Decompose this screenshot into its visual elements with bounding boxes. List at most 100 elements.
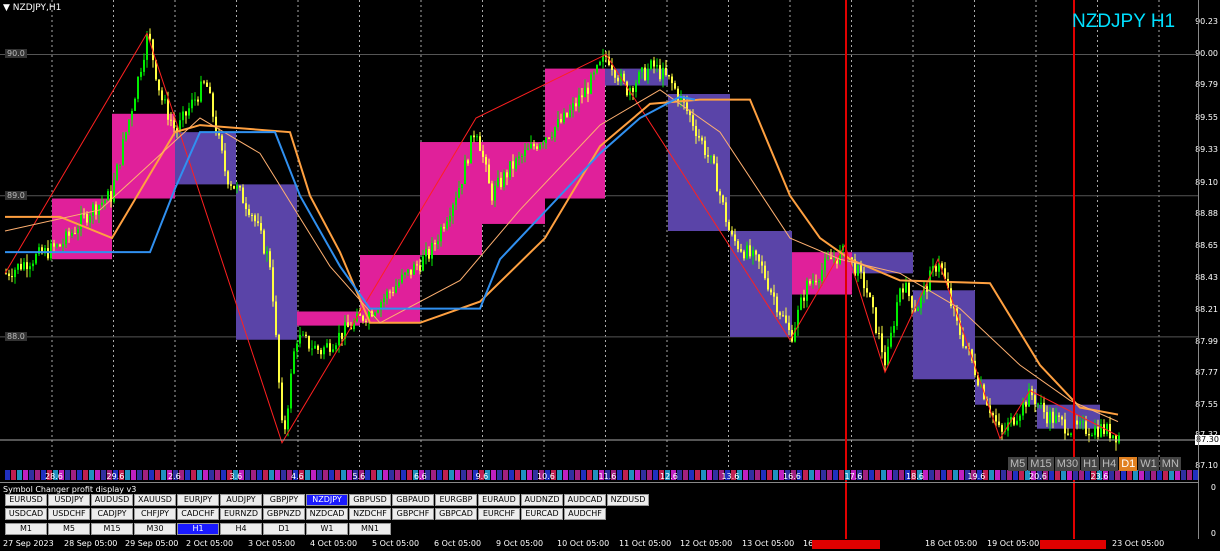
candle-up <box>503 172 505 188</box>
candle-up <box>89 215 91 223</box>
symbol-button-nzdusd[interactable]: NZDUSD <box>607 494 649 506</box>
timeframe-h4[interactable]: H4 <box>1100 457 1119 471</box>
tf-button-d1[interactable]: D1 <box>263 523 305 535</box>
timeframe-w1[interactable]: W1 <box>1138 457 1159 471</box>
candle-down <box>209 86 211 94</box>
candle-down <box>263 230 265 254</box>
candle-down <box>866 288 868 293</box>
symbol-button-eurjpy[interactable]: EURJPY <box>177 494 219 506</box>
symbol-button-cadjpy[interactable]: CADJPY <box>91 508 133 520</box>
candle-up <box>335 345 337 350</box>
symbol-button-cadchf[interactable]: CADCHF <box>177 508 219 520</box>
candle-up <box>383 298 385 303</box>
candle-down <box>389 291 391 293</box>
candle-up <box>818 280 820 283</box>
candle-down <box>443 227 445 229</box>
candle-up <box>593 72 595 75</box>
time-axis-label: 4 Oct 05:00 <box>310 539 358 548</box>
candle-up <box>887 346 889 366</box>
symbol-button-eurchf[interactable]: EURCHF <box>478 508 520 520</box>
symbol-button-gbpaud[interactable]: GBPAUD <box>392 494 434 506</box>
symbol-button-audchf[interactable]: AUDCHF <box>564 508 606 520</box>
candle-down <box>785 315 787 323</box>
candle-down <box>659 65 661 80</box>
symbol-button-eurcad[interactable]: EURCAD <box>521 508 563 520</box>
symbol-button-audjpy[interactable]: AUDJPY <box>220 494 262 506</box>
symbol-button-xauusd[interactable]: XAUUSD <box>134 494 176 506</box>
candle-up <box>293 351 295 374</box>
time-axis-label: 10 Oct 05:00 <box>557 539 610 548</box>
symbol-button-eurusd[interactable]: EURUSD <box>5 494 47 506</box>
timeframe-m30[interactable]: M30 <box>1054 457 1081 471</box>
symbol-button-nzdcad[interactable]: NZDCAD <box>306 508 348 520</box>
candle-down <box>272 267 274 302</box>
symbol-button-nzdjpy[interactable]: NZDJPY <box>306 494 348 506</box>
symbol-button-chfjpy[interactable]: CHFJPY <box>134 508 176 520</box>
symbol-button-usdcad[interactable]: USDCAD <box>5 508 47 520</box>
symbol-button-usdjpy[interactable]: USDJPY <box>48 494 90 506</box>
timeframe-h1[interactable]: H1 <box>1081 457 1100 471</box>
candle-down <box>614 69 616 78</box>
candle-down <box>764 265 766 279</box>
tf-button-m30[interactable]: M30 <box>134 523 176 535</box>
candle-down <box>479 136 481 151</box>
candle-up <box>557 119 559 128</box>
timeframe-m15[interactable]: M15 <box>1028 457 1054 471</box>
candle-down <box>74 233 76 235</box>
time-axis-label: 29 Sep 05:00 <box>125 539 179 548</box>
timeframe-d1[interactable]: D1 <box>1119 457 1138 471</box>
symbol-button-gbpjpy[interactable]: GBPJPY <box>263 494 305 506</box>
symbol-button-gbpusd[interactable]: GBPUSD <box>349 494 391 506</box>
candle-down <box>161 90 163 101</box>
symbol-button-audcad[interactable]: AUDCAD <box>564 494 606 506</box>
symbol-button-nzdchf[interactable]: NZDCHF <box>349 508 391 520</box>
candle-down <box>197 99 199 102</box>
chart-window[interactable]: ▼ NZDJPY,H1 NZDJPY H1 90.23 90.00 89.79 89.… <box>0 0 1220 551</box>
candle-down <box>47 248 49 259</box>
timeframe-mn[interactable]: MN <box>1159 457 1181 471</box>
tf-button-h4[interactable]: H4 <box>220 523 262 535</box>
symbol-watermark: NZDJPY H1 <box>1072 11 1176 32</box>
symbol-button-audnzd[interactable]: AUDNZD <box>521 494 563 506</box>
tf-button-m1[interactable]: M1 <box>5 523 47 535</box>
candle-down <box>500 177 502 188</box>
symbol-button-eurgbp[interactable]: EURGBP <box>435 494 477 506</box>
candle-up <box>407 269 409 273</box>
day-label: 20.6 <box>1029 472 1047 481</box>
tf-button-w1[interactable]: W1 <box>306 523 348 535</box>
day-label: 13.6 <box>721 472 740 481</box>
candle-down <box>320 349 322 355</box>
tf-button-m15[interactable]: M15 <box>91 523 133 535</box>
candle-down <box>644 67 646 81</box>
candle-down <box>8 273 10 277</box>
symbol-button-euraud[interactable]: EURAUD <box>478 494 520 506</box>
candle-up <box>32 263 34 267</box>
tf-button-mn1[interactable]: MN1 <box>349 523 391 535</box>
candle-down <box>548 137 550 139</box>
symbol-button-usdchf[interactable]: USDCHF <box>48 508 90 520</box>
time-axis-label: 9 Oct 05:00 <box>496 539 544 548</box>
timeframe-row: M1 M5 M15 M30 H1 H4 D1 W1 MN1 <box>5 523 392 535</box>
time-axis-label: 18 Oct 05:00 <box>925 539 978 548</box>
symbol-button-gbpcad[interactable]: GBPCAD <box>435 508 477 520</box>
tf-button-m5[interactable]: M5 <box>48 523 90 535</box>
candle-up <box>395 286 397 293</box>
symbol-button-audusd[interactable]: AUDUSD <box>91 494 133 506</box>
candle-up <box>35 253 37 264</box>
candle-down <box>218 133 220 136</box>
timeframe-m5[interactable]: M5 <box>1008 457 1028 471</box>
candle-down <box>257 221 259 224</box>
candle-down <box>419 265 421 271</box>
symbol-button-gbpnzd[interactable]: GBPNZD <box>263 508 305 520</box>
candle-up <box>596 65 598 73</box>
candle-up <box>425 248 427 257</box>
symbol-button-gbpchf[interactable]: GBPCHF <box>392 508 434 520</box>
candle-down <box>830 257 832 260</box>
symbol-button-eurnzd[interactable]: EURNZD <box>220 508 262 520</box>
candle-down <box>737 241 739 250</box>
day-label: 12.6 <box>660 472 678 481</box>
candle-down <box>488 164 490 184</box>
candle-up <box>236 185 238 189</box>
tf-button-h1[interactable]: H1 <box>177 523 219 535</box>
candle-up <box>1019 415 1021 421</box>
